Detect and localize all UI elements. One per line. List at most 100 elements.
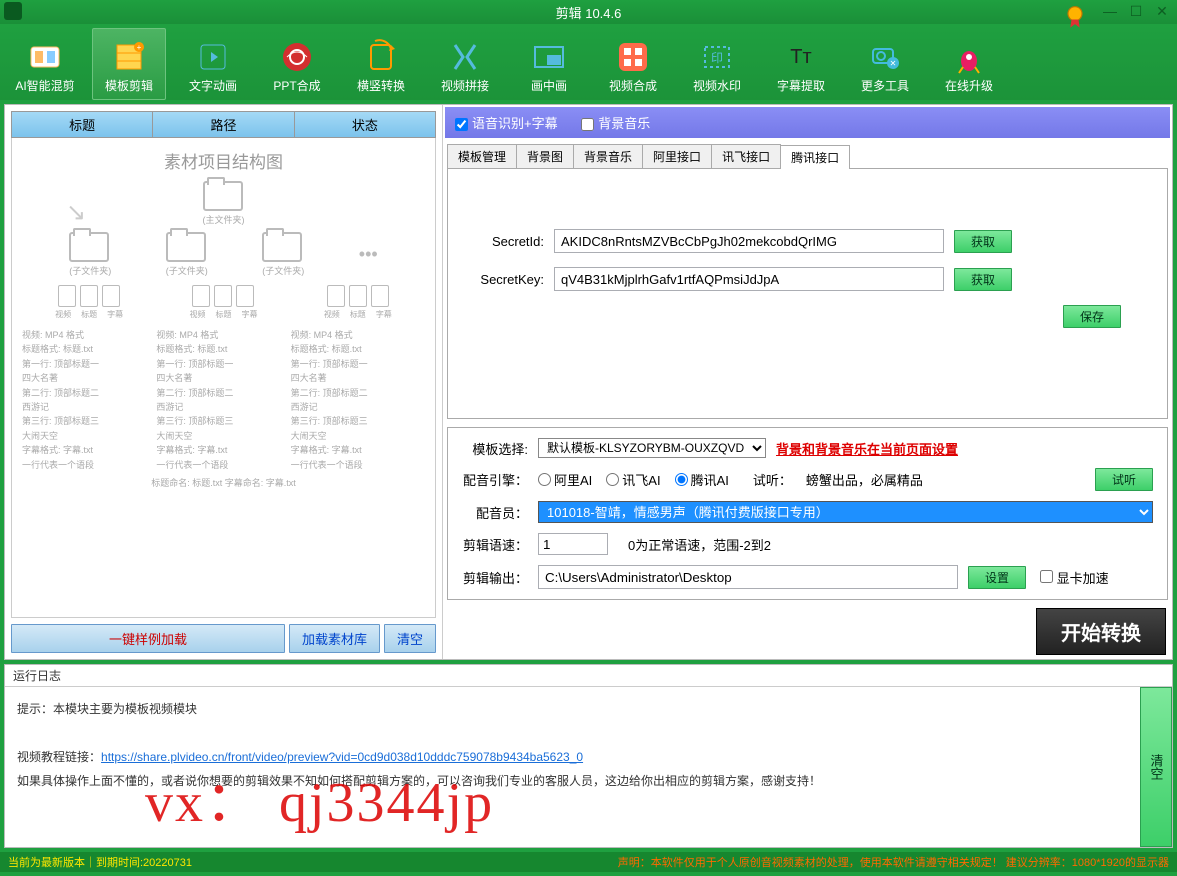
ppt-icon xyxy=(277,37,317,77)
svg-text:Tᴛ: Tᴛ xyxy=(790,46,811,68)
col-status[interactable]: 状态 xyxy=(295,112,435,137)
titlebar: 剪辑 10.4.6 — ☐ ✕ xyxy=(0,0,1177,24)
log-content: 提示：本模块主要为模板视频模块 视频教程链接：https://share.plv… xyxy=(5,687,1140,847)
status-left: 当前为最新版本｜到期时间:20220731 xyxy=(8,854,192,870)
col-path[interactable]: 路径 xyxy=(153,112,294,137)
preview-button[interactable]: 试听 xyxy=(1095,468,1153,491)
arrow-icon: ↘ xyxy=(66,198,86,227)
engine-xf-radio[interactable]: 讯飞AI xyxy=(606,470,660,489)
rotate-icon xyxy=(361,37,401,77)
tool-merge[interactable]: 视频拼接 xyxy=(428,28,502,100)
secretid-input[interactable] xyxy=(554,229,944,253)
tool-more[interactable]: ✕更多工具 xyxy=(848,28,922,100)
tool-watermark[interactable]: 印视频水印 xyxy=(680,28,754,100)
left-panel: 标题 路径 状态 素材项目结构图 (主文件夹) ↘ (子文件夹) (子文件夹) … xyxy=(5,105,443,659)
load-example-button[interactable]: 一键样例加载 xyxy=(11,624,285,653)
app-logo xyxy=(4,2,22,20)
get-secretid-button[interactable]: 获取 xyxy=(954,230,1012,253)
tabs: 模板管理背景图背景音乐阿里接口讯飞接口腾讯接口 xyxy=(447,144,1168,169)
maximize-button[interactable]: ☐ xyxy=(1125,2,1147,20)
folder-icon xyxy=(69,232,109,262)
tutorial-link[interactable]: https://share.plvideo.cn/front/video/pre… xyxy=(101,750,583,764)
diagram-area: 素材项目结构图 (主文件夹) ↘ (子文件夹) (子文件夹) (子文件夹) ••… xyxy=(11,138,436,618)
template-icon: + xyxy=(109,37,149,77)
folder-icon xyxy=(262,232,302,262)
tab-2[interactable]: 背景音乐 xyxy=(573,144,643,168)
more-icon: ✕ xyxy=(865,37,905,77)
status-right: 声明：本软件仅用于个人原创音视频素材的处理，使用本软件请遵守相关规定！ 建议分辨… xyxy=(618,854,1169,870)
speed-hint: 0为正常语速，范围-2到2 xyxy=(628,535,771,554)
option-bar: 语音识别+字幕 背景音乐 xyxy=(445,107,1170,138)
template-select[interactable]: 默认模板-KLSYZORYBM-OUXZQVD xyxy=(538,438,766,458)
tab-4[interactable]: 讯飞接口 xyxy=(711,144,781,168)
tool-text[interactable]: 文字动画 xyxy=(176,28,250,100)
tab-content: SecretId: 获取 SecretKey: 获取 保存 xyxy=(447,169,1168,419)
log-hint: 如果具体操作上面不懂的，或者说你想要的剪辑效果不知如何搭配剪辑方案的，可以咨询我… xyxy=(17,769,1128,793)
watermark-icon: 印 xyxy=(697,37,737,77)
diagram-title: 素材项目结构图 xyxy=(22,148,425,173)
medal-icon xyxy=(1061,2,1089,30)
secretkey-label: SecretKey: xyxy=(464,272,554,287)
tool-ai[interactable]: AI智能混剪 xyxy=(8,28,82,100)
output-label: 剪辑输出： xyxy=(462,568,538,587)
secretid-label: SecretId: xyxy=(464,234,554,249)
output-set-button[interactable]: 设置 xyxy=(968,566,1026,589)
tool-ppt[interactable]: PPT合成 xyxy=(260,28,334,100)
engine-label: 配音引擎： xyxy=(462,470,538,489)
engine-ali-radio[interactable]: 阿里AI xyxy=(538,470,592,489)
subtitle-icon: Tᴛ xyxy=(781,37,821,77)
template-label: 模板选择: xyxy=(462,439,538,458)
statusbar: 当前为最新版本｜到期时间:20220731 声明：本软件仅用于个人原创音视频素材… xyxy=(0,852,1177,872)
col-title[interactable]: 标题 xyxy=(12,112,153,137)
log-tip: 提示：本模块主要为模板视频模块 xyxy=(17,697,1128,721)
tab-5[interactable]: 腾讯接口 xyxy=(780,145,850,169)
svg-text:印: 印 xyxy=(711,51,723,65)
tool-upgrade[interactable]: 在线升级 xyxy=(932,28,1006,100)
clear-log-button[interactable]: 清空 xyxy=(1140,687,1172,847)
engine-tx-radio[interactable]: 腾讯AI xyxy=(675,470,729,489)
text-icon xyxy=(193,37,233,77)
get-secretkey-button[interactable]: 获取 xyxy=(954,268,1012,291)
tool-subtitle[interactable]: Tᴛ字幕提取 xyxy=(764,28,838,100)
folder-icon xyxy=(166,232,206,262)
tool-compose[interactable]: 视频合成 xyxy=(596,28,670,100)
compose-icon xyxy=(613,37,653,77)
tool-rotate[interactable]: 横竖转换 xyxy=(344,28,418,100)
table-header: 标题 路径 状态 xyxy=(11,111,436,138)
bg-music-checkbox[interactable]: 背景音乐 xyxy=(581,116,650,131)
secretkey-input[interactable] xyxy=(554,267,944,291)
preview-text: 螃蟹出品，必属精品 xyxy=(806,470,923,489)
log-panel: 运行日志 提示：本模块主要为模板视频模块 视频教程链接：https://shar… xyxy=(4,664,1173,848)
right-panel: 语音识别+字幕 背景音乐 模板管理背景图背景音乐阿里接口讯飞接口腾讯接口 Sec… xyxy=(443,105,1172,659)
tool-template[interactable]: +模板剪辑 xyxy=(92,28,166,100)
pip-icon xyxy=(529,37,569,77)
merge-icon xyxy=(445,37,485,77)
app-title: 剪辑 10.4.6 xyxy=(556,3,622,22)
voice-subtitle-checkbox[interactable]: 语音识别+字幕 xyxy=(455,116,558,131)
tab-1[interactable]: 背景图 xyxy=(516,144,574,168)
close-button[interactable]: ✕ xyxy=(1151,2,1173,20)
main-toolbar: AI智能混剪+模板剪辑文字动画PPT合成横竖转换视频拼接画中画视频合成印视频水印… xyxy=(0,24,1177,100)
gpu-checkbox[interactable]: 显卡加速 xyxy=(1040,568,1109,587)
template-link[interactable]: 背景和背景音乐在当前页面设置 xyxy=(776,439,958,458)
speed-input[interactable] xyxy=(538,533,608,555)
clear-list-button[interactable]: 清空 xyxy=(384,624,436,653)
tab-0[interactable]: 模板管理 xyxy=(447,144,517,168)
tool-pip[interactable]: 画中画 xyxy=(512,28,586,100)
voice-label: 配音员： xyxy=(462,503,538,522)
preview-label: 试听： xyxy=(753,470,792,489)
log-title: 运行日志 xyxy=(5,665,1172,687)
voice-select[interactable]: 101018-智靖，情感男声（腾讯付费版接口专用） xyxy=(538,501,1153,523)
lower-section: 模板选择: 默认模板-KLSYZORYBM-OUXZQVD 背景和背景音乐在当前… xyxy=(447,427,1168,600)
speed-label: 剪辑语速： xyxy=(462,535,538,554)
save-button[interactable]: 保存 xyxy=(1063,305,1121,328)
ai-icon xyxy=(25,37,65,77)
tab-3[interactable]: 阿里接口 xyxy=(642,144,712,168)
svg-text:+: + xyxy=(137,43,142,52)
svg-text:✕: ✕ xyxy=(890,59,897,68)
start-button[interactable]: 开始转换 xyxy=(1036,608,1166,655)
upgrade-icon xyxy=(949,37,989,77)
load-library-button[interactable]: 加载素材库 xyxy=(289,624,380,653)
minimize-button[interactable]: — xyxy=(1099,2,1121,20)
output-input[interactable] xyxy=(538,565,958,589)
